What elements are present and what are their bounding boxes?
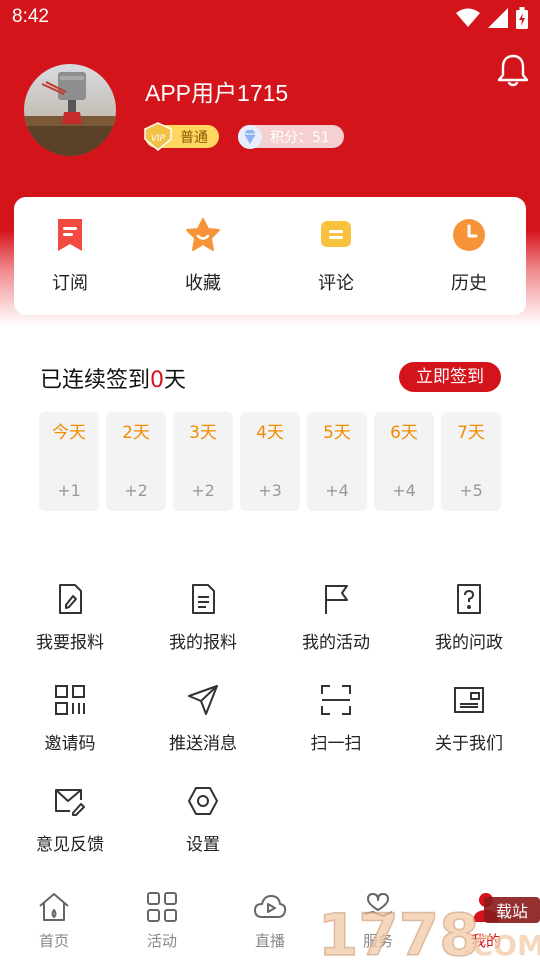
question-document-icon: [452, 582, 486, 616]
menu-label: 我的报料: [169, 633, 237, 653]
home-icon: [37, 890, 71, 924]
quick-action-subscribe[interactable]: 订阅: [30, 217, 110, 295]
signin-day-points: +4: [392, 481, 416, 500]
flag-icon: [319, 582, 353, 616]
comment-icon: [318, 217, 354, 253]
status-icons: [456, 7, 528, 29]
signin-day-points: +1: [57, 481, 81, 500]
signin-suffix: 天: [164, 368, 187, 393]
notification-bell-icon[interactable]: [497, 53, 529, 87]
points-badge[interactable]: 积分：51: [238, 125, 344, 149]
history-clock-icon: [451, 217, 487, 253]
signal-icon: [488, 8, 508, 28]
signin-day: 3天 +2: [173, 412, 233, 511]
watermark-suffix: .COM: [462, 929, 540, 960]
tab-label: 首页: [38, 932, 69, 950]
signin-day-points: +2: [191, 481, 215, 500]
menu-invite-code[interactable]: 邀请码: [15, 683, 125, 754]
username: APP用户1715: [145, 80, 289, 106]
quick-action-label: 收藏: [185, 273, 221, 294]
menu-label: 设置: [186, 835, 220, 855]
menu-label: 推送消息: [169, 734, 237, 754]
signin-day: 2天 +2: [106, 412, 166, 511]
signin-prefix: 已连续签到: [40, 368, 151, 393]
menu-about-us[interactable]: 关于我们: [414, 683, 524, 754]
feedback-mail-icon: [53, 784, 87, 818]
qr-code-icon: [53, 683, 87, 717]
signin-day-points: +3: [258, 481, 282, 500]
quick-action-comments[interactable]: 评论: [296, 217, 376, 295]
quick-action-history[interactable]: 历史: [429, 217, 509, 295]
menu-label: 我的问政: [435, 633, 503, 653]
quick-action-label: 订阅: [52, 273, 88, 294]
quick-actions-card: 订阅 收藏 评论 历史: [14, 197, 526, 315]
signin-count: 0: [150, 368, 165, 393]
quick-action-label: 评论: [318, 273, 354, 294]
grid-icon: [145, 890, 179, 924]
menu-settings[interactable]: 设置: [148, 784, 258, 855]
watermark-logo: 1778 .COM 载站: [317, 897, 540, 960]
signin-day-points: +2: [124, 481, 148, 500]
menu-my-tips[interactable]: 我的报料: [148, 582, 258, 653]
points-label: 积分：51: [270, 130, 330, 146]
signin-day-points: +5: [459, 481, 483, 500]
menu-label: 意见反馈: [36, 835, 104, 855]
battery-icon: [516, 7, 528, 29]
vip-mark-text: VIP: [151, 134, 166, 144]
signin-day-label: 7天: [457, 423, 485, 443]
wifi-icon: [456, 8, 480, 27]
signin-button[interactable]: 立即签到: [399, 362, 501, 392]
signin-day-points: +4: [325, 481, 349, 500]
status-time: 8:42: [12, 6, 49, 27]
menu-label: 扫一扫: [310, 734, 362, 754]
subscribe-icon: [52, 217, 88, 253]
menu-label: 邀请码: [44, 734, 96, 754]
tab-activities[interactable]: 活动: [127, 890, 197, 951]
member-level-label: 普通: [180, 130, 208, 146]
avatar[interactable]: [24, 64, 116, 156]
menu-label: 我要报料: [36, 633, 104, 653]
watermark-tag: 载站: [496, 902, 528, 921]
tab-home[interactable]: 首页: [19, 890, 89, 951]
diamond-icon: [238, 125, 262, 149]
about-card-icon: [452, 683, 486, 717]
send-icon: [186, 683, 220, 717]
vip-shield-icon: VIP: [144, 122, 172, 151]
signin-day-label: 5天: [323, 423, 351, 443]
menu-scan[interactable]: 扫一扫: [281, 683, 391, 754]
signin-day-label: 3天: [189, 423, 217, 443]
menu-push-messages[interactable]: 推送消息: [148, 683, 258, 754]
signin-streak-title: 已连续签到0天: [40, 362, 186, 394]
signin-day-label: 6天: [390, 423, 418, 443]
tab-live[interactable]: 直播: [235, 890, 305, 951]
signin-day-label: 2天: [122, 423, 150, 443]
settings-icon: [186, 784, 220, 818]
signin-day-label: 今天: [52, 423, 86, 443]
scan-icon: [319, 683, 353, 717]
tab-label: 活动: [146, 932, 177, 950]
status-bar: 8:42: [0, 0, 540, 36]
star-icon: [185, 217, 221, 253]
member-level-badge: VIP 普通: [144, 122, 219, 151]
menu-my-activities[interactable]: 我的活动: [281, 582, 391, 653]
signin-day: 今天 +1: [39, 412, 99, 511]
menu-feedback[interactable]: 意见反馈: [15, 784, 125, 855]
signin-day-label: 4天: [256, 423, 284, 443]
edit-document-icon: [53, 582, 87, 616]
signin-day: 5天 +4: [307, 412, 367, 511]
quick-action-label: 历史: [451, 273, 487, 294]
watermark-number: 1778: [318, 901, 479, 960]
signin-day: 7天 +5: [441, 412, 501, 511]
menu-label: 我的活动: [302, 633, 370, 653]
document-icon: [186, 582, 220, 616]
quick-action-favorites[interactable]: 收藏: [163, 217, 243, 295]
tab-label: 直播: [254, 932, 285, 950]
signin-day: 6天 +4: [374, 412, 434, 511]
menu-submit-tip[interactable]: 我要报料: [15, 582, 125, 653]
menu-label: 关于我们: [435, 734, 503, 754]
menu-my-inquiries[interactable]: 我的问政: [414, 582, 524, 653]
live-cloud-icon: [253, 890, 287, 924]
signin-day: 4天 +3: [240, 412, 300, 511]
